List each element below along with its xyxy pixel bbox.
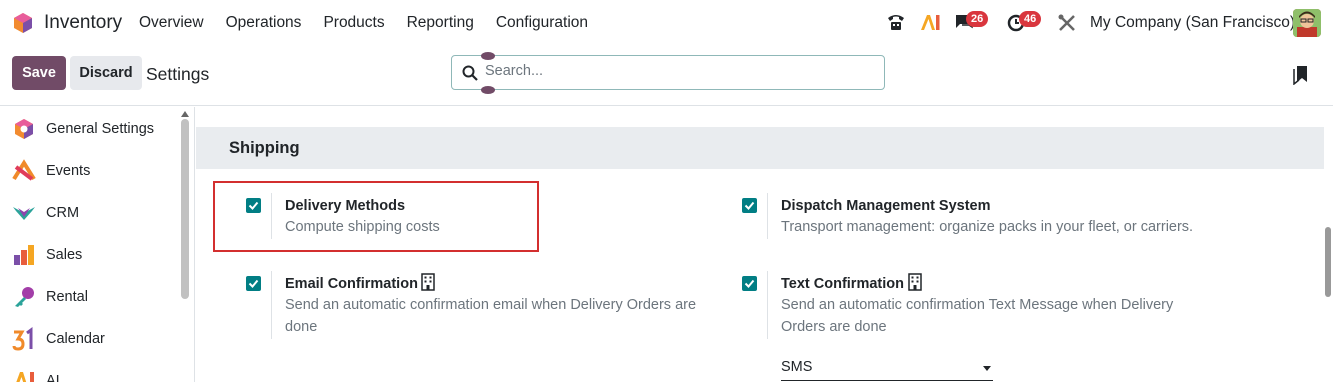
inventory-app-icon[interactable] xyxy=(12,12,34,34)
email-confirmation-title: Email Confirmation xyxy=(285,276,418,292)
company-building-icon xyxy=(908,273,922,291)
messages-badge: 26 xyxy=(966,11,989,27)
user-avatar[interactable] xyxy=(1293,9,1321,37)
messages-button[interactable]: 26 xyxy=(954,11,989,35)
menu-reporting[interactable]: Reporting xyxy=(407,14,474,32)
company-building-icon xyxy=(421,273,435,291)
divider xyxy=(767,271,768,339)
events-icon xyxy=(12,159,36,181)
app-name[interactable]: Inventory xyxy=(44,12,122,34)
chevron-down-icon xyxy=(983,366,991,371)
email-confirmation-desc: Send an automatic confirmation email whe… xyxy=(285,297,697,335)
activities-badge: 46 xyxy=(1019,11,1042,27)
select-value: SMS xyxy=(781,359,813,375)
sidebar-item-label: Sales xyxy=(46,247,83,263)
sidebar-item-crm[interactable]: CRM xyxy=(12,201,79,225)
sidebar-item-general-settings[interactable]: General Settings xyxy=(12,117,154,141)
menu-products[interactable]: Products xyxy=(323,14,384,32)
avatar-image xyxy=(1293,9,1321,37)
ai-icon xyxy=(16,372,34,382)
divider xyxy=(271,271,272,339)
settings-sidebar: General Settings Events CRM Sales Rental xyxy=(0,107,195,382)
menu-configuration[interactable]: Configuration xyxy=(496,14,588,32)
crm-icon xyxy=(13,207,35,220)
ai-icon[interactable] xyxy=(920,14,942,30)
text-confirmation-desc: Send an automatic confirmation Text Mess… xyxy=(781,297,1174,335)
save-button[interactable]: Save xyxy=(12,56,66,90)
sidebar-item-sales[interactable]: Sales xyxy=(12,243,82,267)
text-confirmation-checkbox[interactable] xyxy=(742,276,757,291)
sidebar-item-calendar[interactable]: Calendar xyxy=(12,327,105,351)
company-switcher[interactable]: My Company (San Francisco) xyxy=(1090,14,1295,32)
sidebar-item-label: Calendar xyxy=(46,331,105,347)
search-icon xyxy=(462,65,478,81)
menu-operations[interactable]: Operations xyxy=(226,14,302,32)
resize-handle-bottom xyxy=(481,86,495,94)
email-confirmation-checkbox[interactable] xyxy=(246,276,261,291)
sidebar-item-label: AI xyxy=(46,373,60,382)
top-navbar: Inventory Overview Operations Products R… xyxy=(0,0,1333,46)
check-icon xyxy=(744,201,755,210)
sidebar-item-label: CRM xyxy=(46,205,80,221)
breadcrumb: Settings xyxy=(146,64,210,84)
phone-icon[interactable] xyxy=(886,13,906,31)
sidebar-item-events[interactable]: Events xyxy=(12,159,90,183)
menu-overview[interactable]: Overview xyxy=(139,14,204,32)
sidebar-scrollbar[interactable] xyxy=(181,119,189,299)
sidebar-item-label: General Settings xyxy=(46,121,155,137)
dispatch-management-desc: Transport management: organize packs in … xyxy=(781,219,1194,235)
sidebar-item-ai[interactable]: AI xyxy=(12,369,60,382)
tools-icon[interactable] xyxy=(1058,14,1076,32)
sidebar-item-rental[interactable]: Rental xyxy=(12,285,88,309)
divider xyxy=(767,193,768,239)
sidebar-scroll-up-arrow[interactable] xyxy=(181,111,189,117)
bookmark-icon[interactable] xyxy=(1293,65,1309,85)
calendar-icon xyxy=(12,327,33,351)
content-scrollbar[interactable] xyxy=(1325,227,1331,297)
section-title: Shipping xyxy=(229,139,300,157)
dispatch-management-checkbox[interactable] xyxy=(742,198,757,213)
search-bar[interactable] xyxy=(451,52,885,94)
sidebar-item-label: Events xyxy=(46,163,91,179)
text-confirmation-method-select[interactable]: SMS xyxy=(781,357,993,381)
general-settings-icon xyxy=(15,119,33,139)
sales-icon xyxy=(14,245,34,265)
main-menu: Overview Operations Products Reporting C… xyxy=(139,14,588,32)
sidebar-item-label: Rental xyxy=(46,289,88,305)
section-header: Shipping xyxy=(196,127,1324,169)
activities-button[interactable]: 46 xyxy=(1007,11,1042,35)
highlight-box xyxy=(213,181,539,252)
text-confirmation-title: Text Confirmation xyxy=(781,276,904,292)
discard-button[interactable]: Discard xyxy=(70,56,142,90)
check-icon xyxy=(248,279,259,288)
settings-content: Shipping Delivery Methods Compute shippi… xyxy=(196,107,1333,382)
control-panel: Save Discard Settings xyxy=(0,46,1333,106)
resize-handle-top xyxy=(481,52,495,60)
dispatch-management-title: Dispatch Management System xyxy=(781,198,991,214)
rental-icon xyxy=(15,287,34,307)
search-input[interactable] xyxy=(485,63,865,79)
check-icon xyxy=(744,279,755,288)
